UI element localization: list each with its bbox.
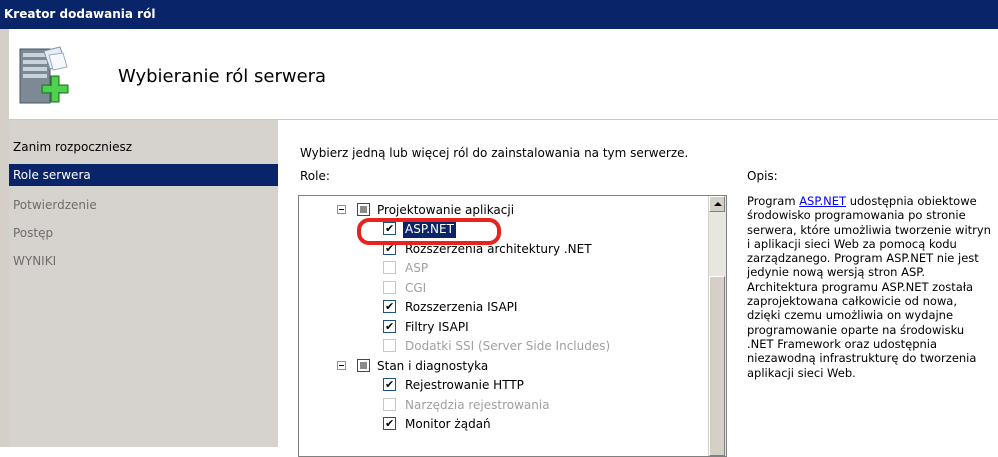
role-description: Program ASP.NET udostępnia obiektowe śro… (747, 194, 992, 380)
main-content: Wybierz jedną lub więcej ról do zainstal… (278, 120, 998, 457)
highlight-annotation (357, 218, 501, 245)
tree-item-label: Dodatki SSI (Server Side Includes) (405, 339, 611, 353)
page-header: Wybieranie ról serwera (9, 29, 998, 120)
window-title: Kreator dodawania ról (4, 7, 156, 21)
description-prefix: Program (747, 194, 800, 208)
checkbox-disabled (383, 398, 396, 411)
description-label: Opis: (747, 169, 778, 183)
instruction-text: Wybierz jedną lub więcej ról do zainstal… (300, 146, 689, 160)
nav-item-results: WYNIKI (13, 254, 57, 268)
tree-item-logging-tools: Narzędzia rejestrowania (383, 396, 683, 414)
nav-item-before-you-begin[interactable]: Zanim rozpoczniesz (9, 136, 278, 158)
tree-scrollbar[interactable] (708, 196, 726, 456)
description-text: udostępnia obiektowe środowisko programo… (747, 194, 991, 380)
aspnet-link[interactable]: ASP.NET (799, 194, 846, 208)
checkbox-checked[interactable] (383, 415, 396, 433)
tree-item-asp: ASP (383, 259, 683, 277)
tree-item-health-diagnostics[interactable]: Stan i diagnostyka (337, 357, 717, 375)
checkbox-disabled (383, 339, 396, 352)
nav-item-confirmation: Potwierdzenie (13, 198, 97, 212)
tree-item-label: Stan i diagnostyka (377, 359, 489, 373)
tree-item-http-logging[interactable]: Rejestrowanie HTTP (383, 376, 683, 394)
scroll-thumb[interactable] (709, 276, 725, 456)
checkbox-partial[interactable] (357, 203, 370, 216)
scroll-up-icon[interactable] (709, 196, 725, 212)
tree-item-label: CGI (405, 281, 427, 295)
roles-label: Role: (300, 169, 330, 183)
checkbox-checked[interactable] (383, 376, 396, 394)
tree-item-label: Projektowanie aplikacji (377, 203, 515, 217)
tree-item-label: Filtry ISAPI (405, 320, 469, 334)
wizard-steps-nav: Zanim rozpoczniesz Role serwera Potwierd… (9, 120, 278, 447)
tree-item-request-monitor[interactable]: Monitor żądań (383, 415, 683, 433)
tree-item-app-development[interactable]: Projektowanie aplikacji (337, 201, 717, 219)
checkbox-disabled (383, 261, 396, 274)
tree-item-ssi: Dodatki SSI (Server Side Includes) (383, 337, 683, 355)
tree-item-isapi-filters[interactable]: Filtry ISAPI (383, 318, 683, 336)
nav-item-progress: Postęp (13, 226, 54, 240)
checkbox-disabled (383, 281, 396, 294)
collapse-icon[interactable] (337, 361, 346, 370)
tree-item-label: Rozszerzenia ISAPI (405, 300, 518, 314)
checkbox-checked[interactable] (383, 298, 396, 316)
nav-item-server-roles[interactable]: Role serwera (9, 164, 278, 186)
tree-item-label: ASP (405, 261, 429, 275)
tree-item-isapi-extensions[interactable]: Rozszerzenia ISAPI (383, 298, 683, 316)
collapse-icon[interactable] (337, 205, 346, 214)
tree-item-label: Narzędzia rejestrowania (405, 398, 550, 412)
checkbox-checked[interactable] (383, 318, 396, 336)
checkbox-partial[interactable] (357, 359, 370, 372)
tree-item-label: Rejestrowanie HTTP (405, 378, 524, 392)
tree-item-label: Monitor żądań (405, 417, 491, 431)
server-add-icon (19, 46, 69, 104)
tree-item-cgi: CGI (383, 279, 683, 297)
page-title: Wybieranie ról serwera (118, 66, 327, 87)
title-bar: Kreator dodawania ról (0, 0, 998, 29)
window-frame (0, 29, 9, 447)
